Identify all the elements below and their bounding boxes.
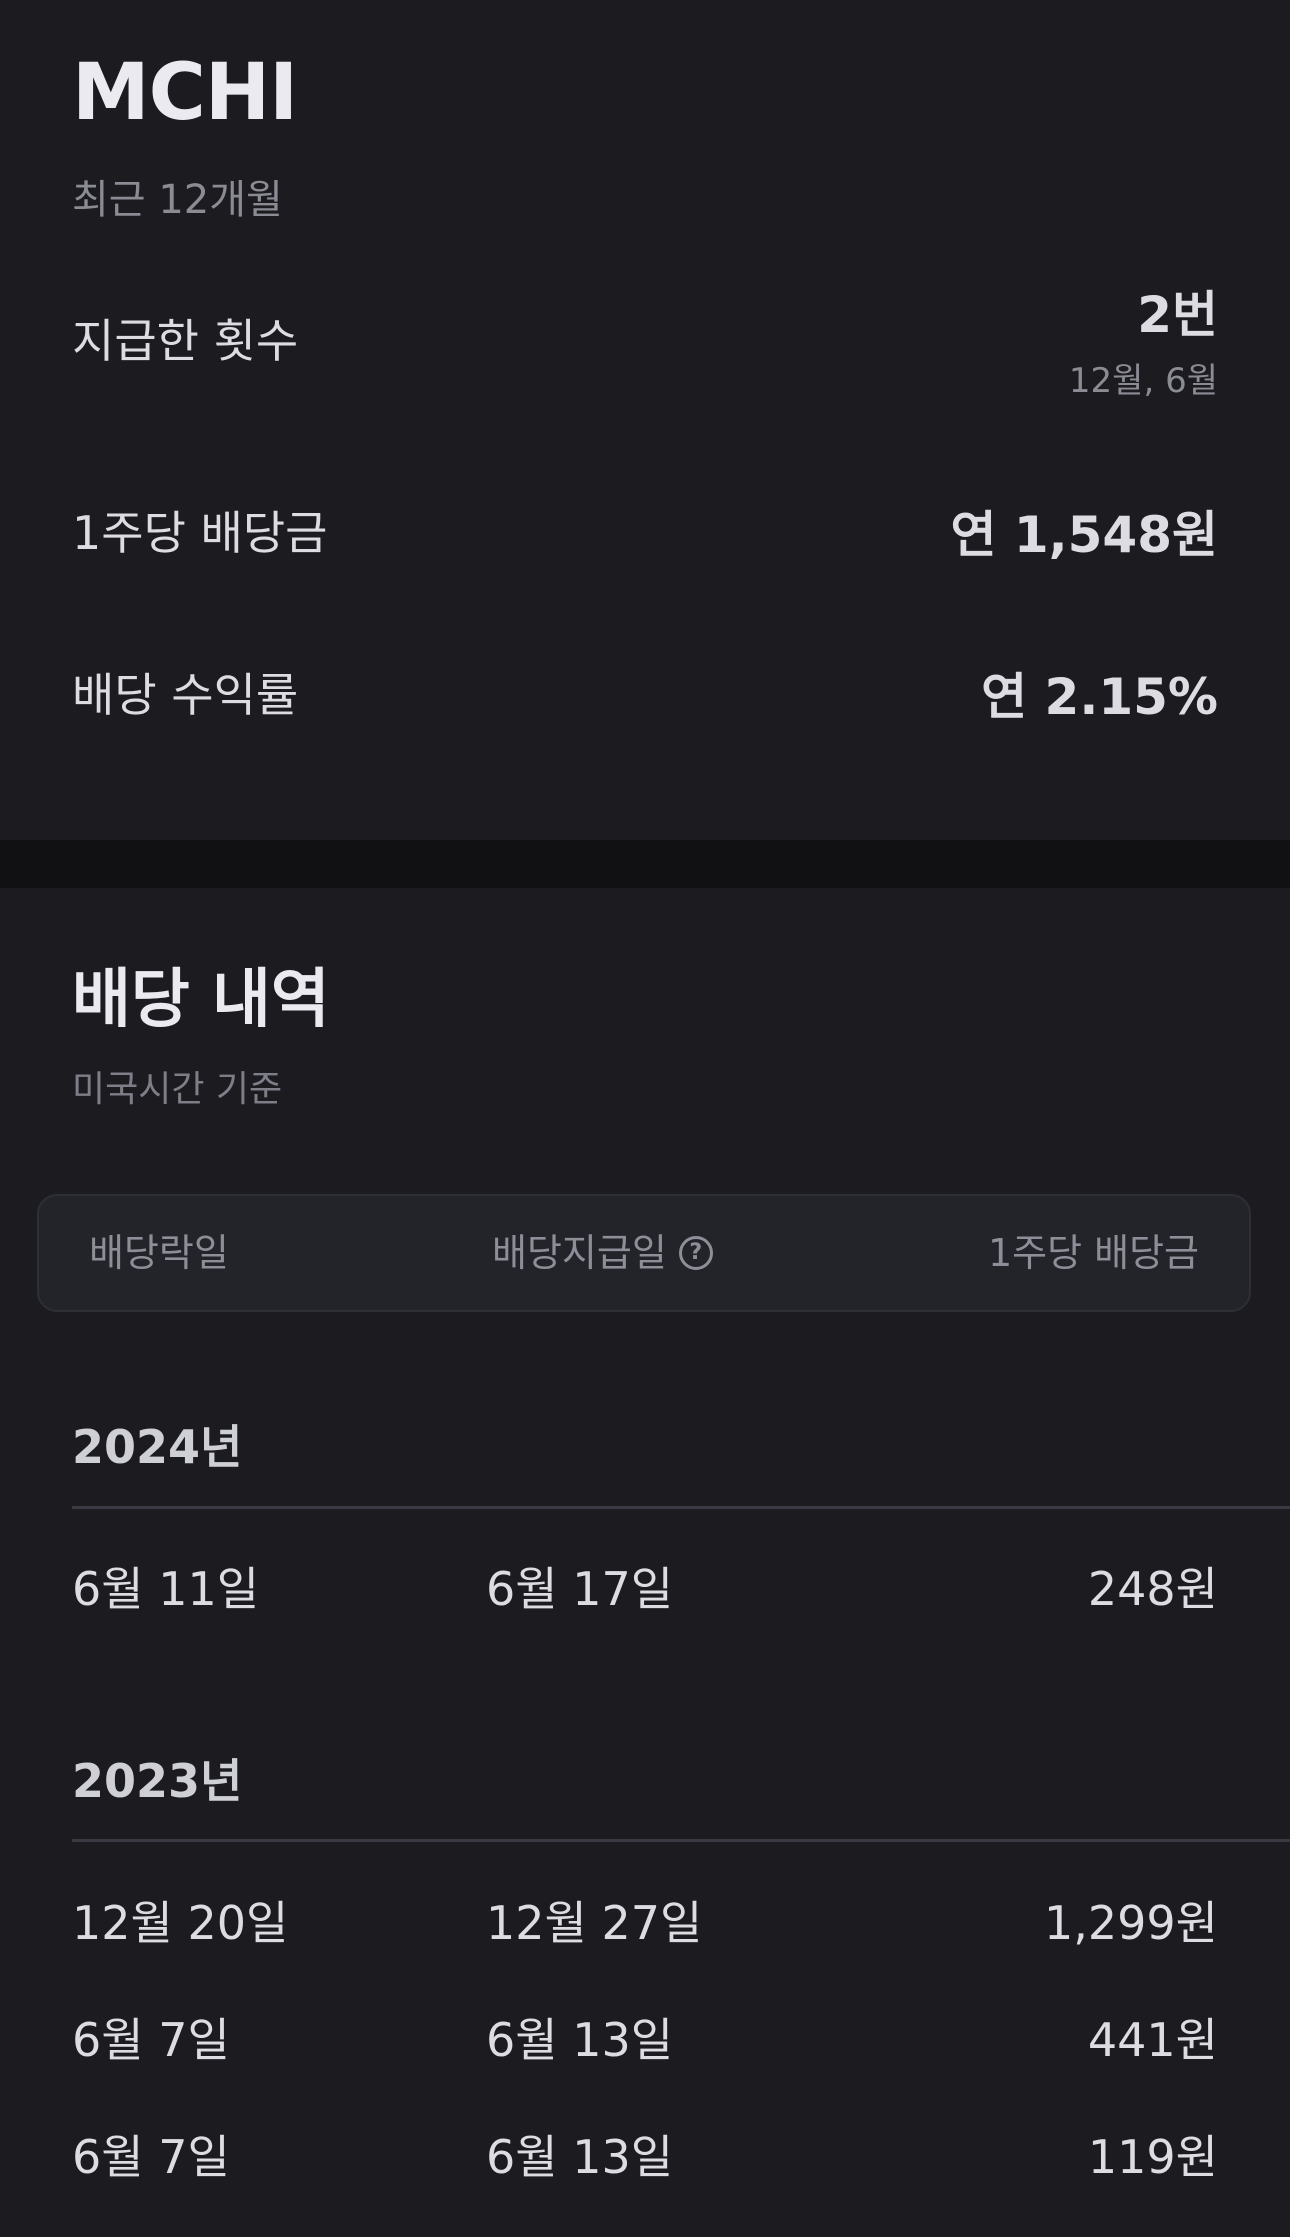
row-amount: 441원 — [1087, 2013, 1218, 2067]
column-pay-date: 배당지급일? — [492, 1196, 713, 1310]
payment-count-value: 2번 — [1137, 286, 1218, 344]
column-pay-date-label: 배당지급일 — [492, 1231, 667, 1275]
ticker-title: MCHI — [72, 48, 298, 138]
dividend-per-share-label: 1주당 배당금 — [72, 506, 328, 560]
row-pay-date: 6월 13일 — [486, 2130, 674, 2184]
dividend-summary: MCHI 최근 12개월 지급한 횟수 2번 12월, 6월 1주당 배당금 연… — [0, 0, 1290, 840]
payment-count-label: 지급한 횟수 — [72, 314, 299, 368]
row-ex-date: 12월 20일 — [72, 1896, 289, 1950]
year-divider — [72, 1506, 1290, 1509]
year-label: 2023년 — [72, 1754, 243, 1808]
year-label: 2024년 — [72, 1420, 243, 1474]
year-divider — [72, 1839, 1290, 1842]
row-pay-date: 12월 27일 — [486, 1896, 703, 1950]
row-amount: 119원 — [1087, 2130, 1218, 2184]
column-amount: 1주당 배당금 — [987, 1231, 1199, 1275]
row-ex-date: 6월 11일 — [72, 1562, 260, 1616]
dividend-per-share-value: 연 1,548원 — [950, 506, 1218, 564]
row-amount: 248원 — [1087, 1562, 1218, 1616]
section-divider — [0, 840, 1290, 888]
column-ex-date: 배당락일 — [89, 1231, 229, 1275]
dividend-history: 배당 내역 미국시간 기준 배당락일 배당지급일? 1주당 배당금 2024년 … — [0, 888, 1290, 2237]
row-ex-date: 6월 7일 — [72, 2013, 230, 2067]
dividend-yield-label: 배당 수익률 — [72, 668, 299, 722]
period-label: 최근 12개월 — [72, 177, 283, 223]
row-pay-date: 6월 17일 — [486, 1562, 674, 1616]
row-ex-date: 6월 7일 — [72, 2130, 230, 2184]
history-subtitle: 미국시간 기준 — [72, 1069, 283, 1110]
payment-months: 12월, 6월 — [1068, 361, 1218, 401]
history-title: 배당 내역 — [72, 963, 330, 1037]
row-amount: 1,299원 — [1043, 1896, 1218, 1950]
dividend-yield-value: 연 2.15% — [981, 668, 1218, 726]
help-icon[interactable]: ? — [678, 1235, 713, 1270]
row-pay-date: 6월 13일 — [486, 2013, 674, 2067]
table-header: 배당락일 배당지급일? 1주당 배당금 — [37, 1194, 1251, 1312]
